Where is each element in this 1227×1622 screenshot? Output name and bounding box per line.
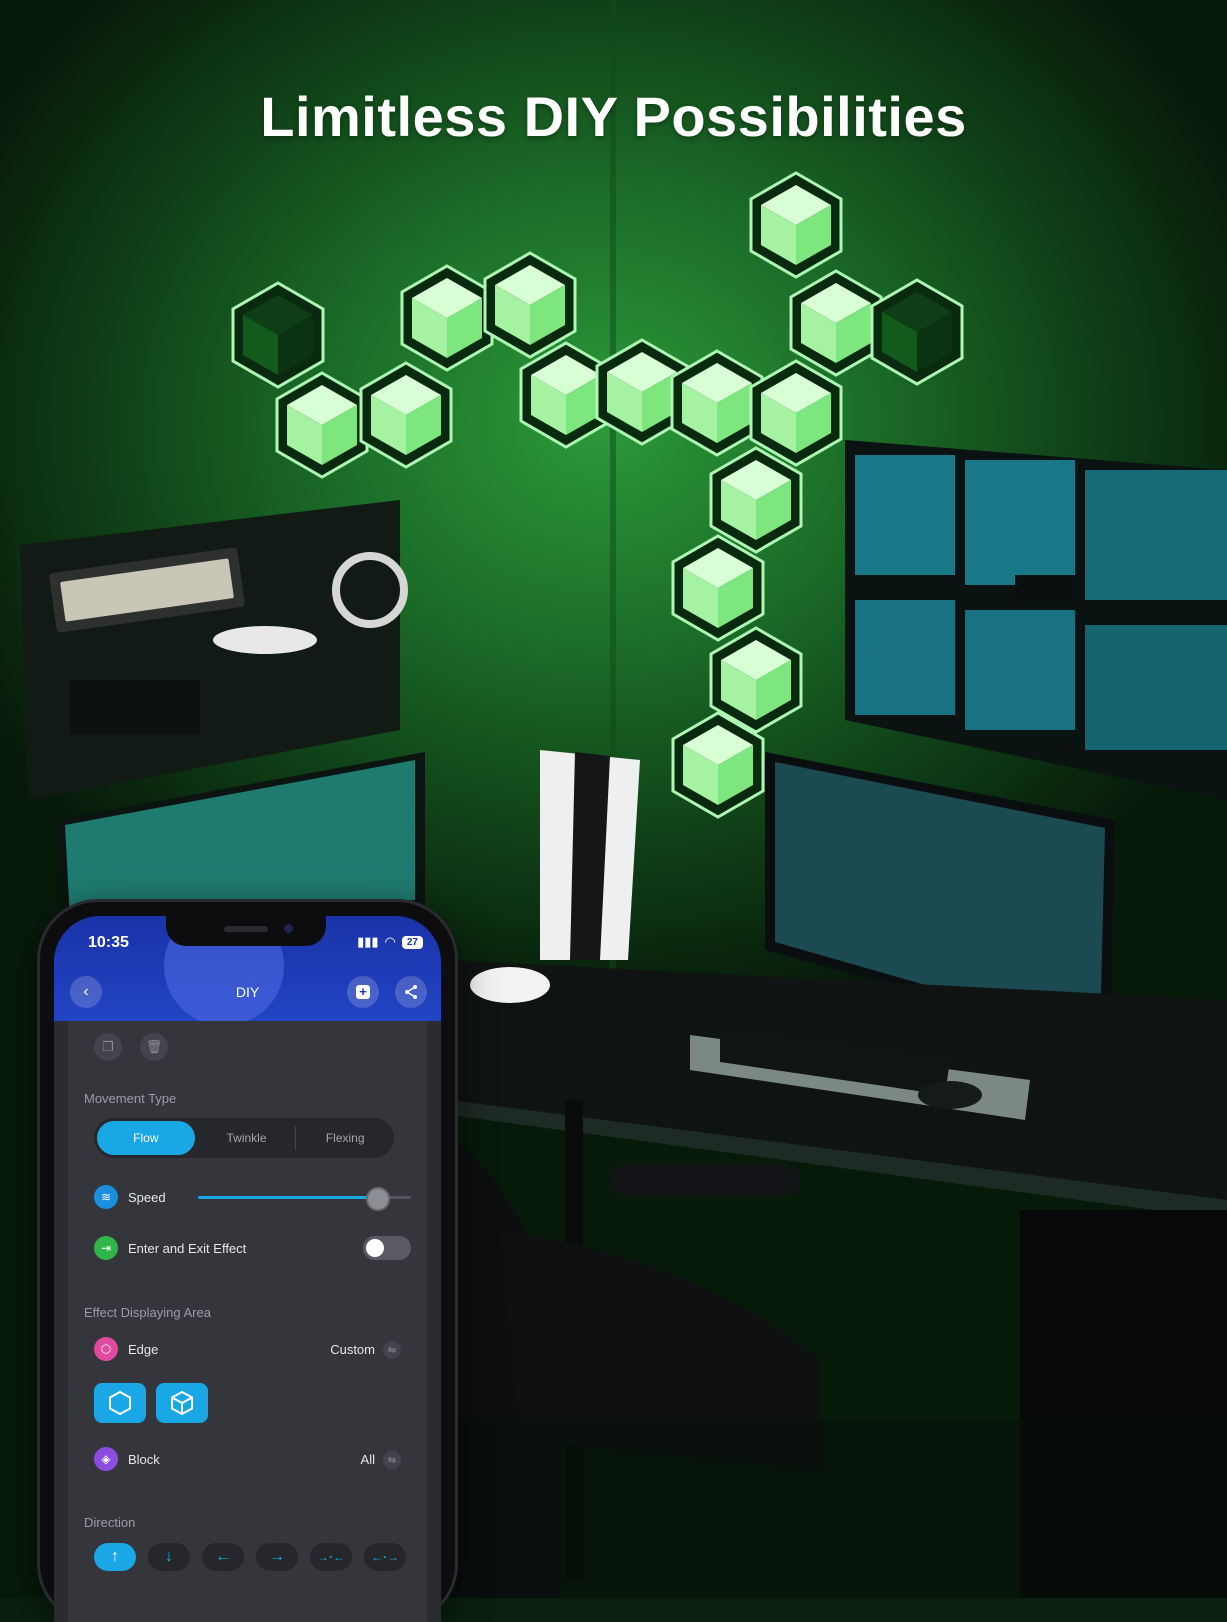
hexagon-cube-icon — [171, 1390, 193, 1416]
direction-right-button[interactable]: → — [256, 1543, 298, 1571]
diy-settings-panel: ❐ 🗑 Movement Type Flow Twinkle Flexing ≋… — [68, 1021, 427, 1622]
status-time: 10:35 — [88, 934, 129, 951]
hexagon-outline-button[interactable] — [94, 1383, 146, 1423]
toggle-knob — [366, 1239, 384, 1257]
speed-slider-fill — [198, 1196, 377, 1199]
phone-notch — [166, 916, 326, 946]
speed-row: ≋ Speed — [94, 1185, 411, 1213]
arrow-down-icon: ↓ — [165, 1548, 173, 1565]
trash-icon: 🗑 — [145, 1039, 163, 1054]
movement-type-selector: Flow Twinkle Flexing — [94, 1118, 394, 1158]
share-icon — [405, 985, 417, 999]
edge-label: Edge — [128, 1342, 159, 1357]
effect-area-label: Effect Displaying Area — [84, 1305, 211, 1320]
add-button[interactable]: + — [347, 976, 379, 1008]
arrow-up-icon: ↑ — [111, 1548, 119, 1565]
swap-icon[interactable]: ⇋ — [383, 1451, 401, 1469]
notch-speaker — [224, 926, 268, 932]
shape-buttons — [94, 1383, 208, 1423]
phone-mockup: 10:35 ▮▮▮ ◠ 27 ‹ DIY + ❐ 🗑 Movement Type… — [40, 902, 455, 1622]
enter-exit-label: Enter and Exit Effect — [128, 1241, 247, 1256]
enter-exit-toggle[interactable] — [363, 1236, 411, 1260]
direction-label: Direction — [84, 1515, 136, 1530]
wifi-icon: ◠ — [384, 934, 396, 949]
speed-label: Speed — [128, 1190, 166, 1205]
share-button[interactable] — [395, 976, 427, 1008]
enter-exit-row: ⇥ Enter and Exit Effect — [94, 1236, 411, 1264]
speed-slider-thumb[interactable] — [365, 1187, 390, 1211]
movement-option-flow[interactable]: Flow — [97, 1121, 195, 1155]
signal-icon: ▮▮▮ — [357, 934, 379, 949]
speed-slider[interactable] — [198, 1187, 411, 1211]
arrow-left-icon: ← — [215, 1548, 231, 1565]
movement-type-label: Movement Type — [84, 1091, 177, 1106]
edge-icon: ⬡ — [94, 1337, 118, 1361]
arrow-right-icon: → — [269, 1548, 285, 1565]
copy-icon: ❐ — [102, 1039, 114, 1054]
block-label: Block — [128, 1452, 160, 1467]
movement-option-flexing[interactable]: Flexing — [296, 1118, 394, 1158]
direction-up-button[interactable]: ↑ — [94, 1543, 136, 1571]
headline: Limitless DIY Possibilities — [260, 85, 967, 148]
page-title: DIY — [235, 984, 260, 1000]
phone-screen: 10:35 ▮▮▮ ◠ 27 ‹ DIY + ❐ 🗑 Movement Type… — [54, 916, 441, 1622]
block-value: All — [360, 1452, 375, 1467]
direction-down-button[interactable]: ↓ — [148, 1543, 190, 1571]
gather-icon: →·← — [317, 1550, 345, 1564]
block-row[interactable]: ◈ Block All ⇋ — [94, 1447, 411, 1475]
add-square-icon: + — [356, 985, 370, 999]
copy-button[interactable]: ❐ — [94, 1033, 122, 1061]
notch-camera — [284, 924, 293, 933]
edge-value: Custom — [330, 1342, 375, 1357]
panel-tools: ❐ 🗑 — [94, 1033, 168, 1061]
hexagon-outline-icon — [109, 1390, 131, 1416]
hexagon-cube-button[interactable] — [156, 1383, 208, 1423]
status-icons: ▮▮▮ ◠ 27 — [357, 934, 423, 950]
edge-row[interactable]: ⬡ Edge Custom ⇋ — [94, 1337, 411, 1365]
spread-icon: ←·→ — [371, 1550, 399, 1564]
swap-icon[interactable]: ⇋ — [383, 1341, 401, 1359]
direction-spread-button[interactable]: ←·→ — [364, 1543, 406, 1571]
direction-gather-button[interactable]: →·← — [310, 1543, 352, 1571]
block-icon: ◈ — [94, 1447, 118, 1471]
speed-icon: ≋ — [94, 1185, 118, 1209]
delete-button[interactable]: 🗑 — [140, 1033, 168, 1061]
enter-exit-icon: ⇥ — [94, 1236, 118, 1260]
movement-option-twinkle[interactable]: Twinkle — [198, 1118, 296, 1158]
direction-left-button[interactable]: ← — [202, 1543, 244, 1571]
nav-bar: ‹ DIY + — [54, 976, 441, 1012]
direction-buttons: ↑ ↓ ← → →·← ←·→ — [94, 1543, 406, 1571]
battery-indicator: 27 — [401, 935, 423, 949]
